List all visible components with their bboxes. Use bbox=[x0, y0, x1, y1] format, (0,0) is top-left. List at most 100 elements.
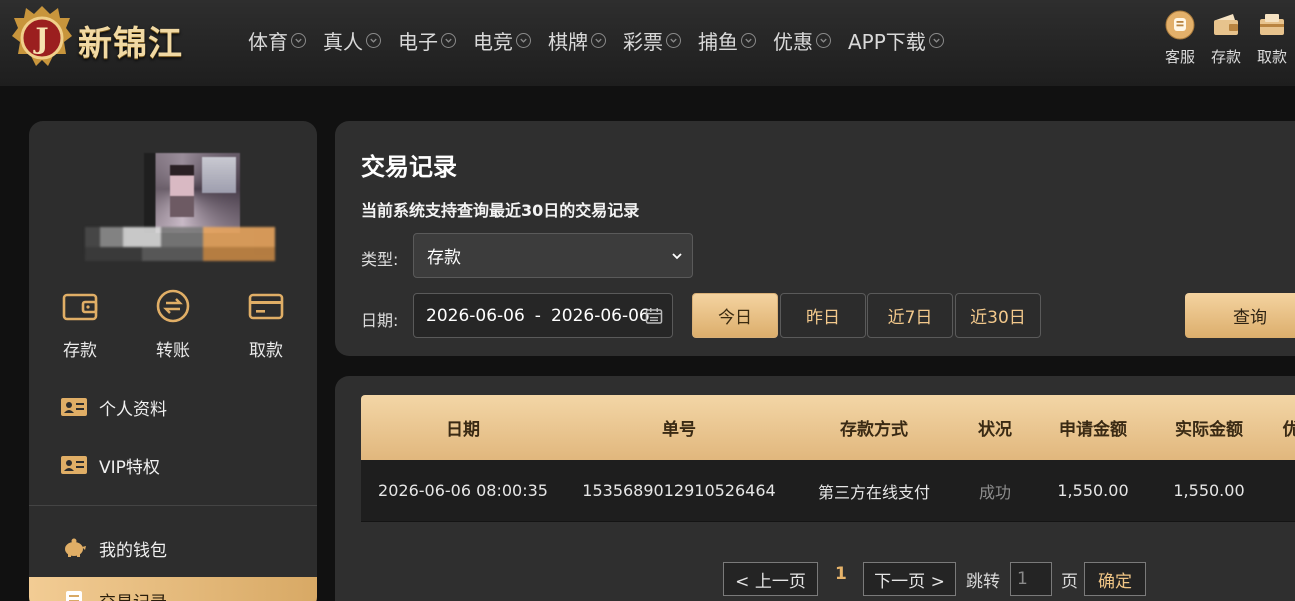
sidebar-deposit-button[interactable]: 存款 bbox=[43, 287, 117, 361]
quick-action-label: 存款 bbox=[63, 341, 97, 361]
nav-item-label: 优惠 bbox=[773, 29, 813, 54]
nav-item-sports[interactable]: 体育 bbox=[248, 26, 306, 54]
chevron-down-icon bbox=[672, 253, 682, 260]
column-header-requested: 申请金额 bbox=[1059, 420, 1127, 440]
range-7days-button[interactable]: 近7日 bbox=[867, 293, 953, 338]
top-action-label: 客服 bbox=[1164, 48, 1195, 66]
chevron-down-icon bbox=[928, 32, 944, 48]
nav-item-esports[interactable]: 电竞 bbox=[473, 26, 531, 54]
chevron-down-icon bbox=[591, 32, 606, 48]
brand-logo[interactable]: J 新锦江 bbox=[10, 4, 215, 70]
sidebar-item-label: 个人资料 bbox=[99, 399, 167, 420]
vip-card-icon bbox=[61, 456, 87, 474]
type-select[interactable]: 存款 bbox=[413, 233, 693, 278]
quick-action-label: 转账 bbox=[156, 341, 190, 361]
customer-service-button[interactable]: 客服 bbox=[1157, 10, 1203, 67]
chevron-down-icon bbox=[516, 32, 531, 48]
nav-item-label: APP下载 bbox=[848, 29, 926, 54]
logo-badge-icon: J bbox=[12, 6, 72, 66]
nav-item-label: 体育 bbox=[248, 29, 288, 54]
column-header-discount: 优 bbox=[1282, 420, 1295, 440]
jump-page-input[interactable]: 1 bbox=[1010, 562, 1052, 596]
cell-date: 2026-06-06 08:00:35 bbox=[378, 481, 548, 500]
calendar-icon bbox=[645, 308, 663, 324]
current-page[interactable]: 1 bbox=[835, 564, 847, 584]
top-action-label: 存款 bbox=[1210, 48, 1241, 66]
sidebar-item-label: 我的钱包 bbox=[99, 540, 167, 561]
column-header-method: 存款方式 bbox=[840, 420, 908, 440]
deposit-button[interactable]: 存款 bbox=[1203, 10, 1249, 67]
jump-confirm-button[interactable]: 确定 bbox=[1084, 562, 1146, 596]
cell-order-id: 1535689012910526464 bbox=[582, 481, 776, 500]
range-30days-button[interactable]: 近30日 bbox=[955, 293, 1041, 338]
headset-icon bbox=[1165, 10, 1195, 40]
sidebar-divider bbox=[29, 505, 317, 506]
nav-item-live[interactable]: 真人 bbox=[323, 26, 381, 54]
filter-panel: 交易记录 当前系统支持查询最近30日的交易记录 类型: 存款 日期: 2026-… bbox=[335, 121, 1295, 356]
deposit-icon bbox=[1214, 14, 1238, 35]
transfer-icon bbox=[156, 289, 190, 323]
brand-name: 新锦江 bbox=[78, 24, 183, 64]
chevron-down-icon bbox=[741, 32, 756, 48]
cell-requested-amount: 1,550.00 bbox=[1057, 481, 1129, 500]
record-icon bbox=[66, 591, 82, 601]
query-notice: 当前系统支持查询最近30日的交易记录 bbox=[361, 201, 640, 220]
chevron-down-icon bbox=[666, 32, 681, 48]
date-start: 2026-06-06 bbox=[426, 305, 525, 326]
date-separator: - bbox=[534, 305, 541, 326]
nav-item-label: 电竞 bbox=[473, 29, 513, 54]
nav-item-cards[interactable]: 棋牌 bbox=[548, 26, 606, 54]
nav-item-app-download[interactable]: APP下载 bbox=[848, 26, 944, 54]
top-action-label: 取款 bbox=[1256, 48, 1287, 66]
nav-item-label: 彩票 bbox=[623, 29, 663, 54]
nav-item-fishing[interactable]: 捕鱼 bbox=[698, 26, 756, 54]
range-yesterday-button[interactable]: 昨日 bbox=[780, 293, 866, 338]
cell-method: 第三方在线支付 bbox=[817, 482, 930, 502]
nav-item-label: 棋牌 bbox=[548, 29, 588, 54]
type-select-value: 存款 bbox=[427, 248, 461, 268]
search-button[interactable]: 查询 bbox=[1185, 293, 1295, 338]
nav-item-promotions[interactable]: 优惠 bbox=[773, 26, 831, 54]
account-sidebar: 存款 转账 取款 个人资料 VIP特权 我的钱包 bbox=[29, 121, 317, 601]
nav-item-label: 真人 bbox=[323, 29, 363, 54]
top-header: J 新锦江 体育 真人 电子 电竞 棋牌 彩票 捕鱼 优惠 APP下载 客服 存… bbox=[0, 0, 1295, 86]
sidebar-item-transactions[interactable]: 交易记录 bbox=[29, 577, 317, 601]
sidebar-item-vip[interactable]: VIP特权 bbox=[29, 442, 317, 488]
date-label: 日期: bbox=[361, 311, 399, 330]
cell-status: 成功 bbox=[978, 482, 1011, 502]
sidebar-withdraw-button[interactable]: 取款 bbox=[229, 287, 303, 361]
username-redacted bbox=[85, 227, 275, 261]
wallet-icon bbox=[62, 293, 98, 321]
transactions-table: 日期 单号 存款方式 状况 申请金额 实际金额 优 2026-06-06 08:… bbox=[361, 395, 1295, 522]
top-actions: 客服 存款 取款 bbox=[1157, 10, 1295, 67]
prev-page-button[interactable]: < 上一页 bbox=[723, 562, 818, 596]
jump-label: 跳转 bbox=[966, 572, 1000, 592]
page-title: 交易记录 bbox=[361, 153, 457, 181]
pagination: < 上一页 1 下一页 > 跳转 1 页 确定 bbox=[335, 562, 1295, 596]
id-card-icon bbox=[61, 398, 87, 416]
sidebar-item-profile[interactable]: 个人资料 bbox=[29, 384, 317, 430]
svg-text:J: J bbox=[32, 22, 48, 55]
date-range-input[interactable]: 2026-06-06 - 2026-06-06 bbox=[413, 293, 673, 338]
date-end: 2026-06-06 bbox=[550, 305, 650, 326]
cell-actual-amount: 1,550.00 bbox=[1173, 481, 1245, 500]
range-today-button[interactable]: 今日 bbox=[692, 293, 778, 338]
column-header-date: 日期 bbox=[446, 420, 480, 440]
main-nav: 体育 真人 电子 电竞 棋牌 彩票 捕鱼 优惠 APP下载 bbox=[248, 26, 961, 54]
next-page-button[interactable]: 下一页 > bbox=[863, 562, 956, 596]
chevron-down-icon bbox=[366, 32, 381, 48]
quick-action-label: 取款 bbox=[249, 341, 283, 361]
sidebar-item-wallet[interactable]: 我的钱包 bbox=[29, 525, 317, 571]
chevron-down-icon bbox=[816, 32, 831, 48]
sidebar-item-label: VIP特权 bbox=[99, 457, 160, 478]
card-icon bbox=[248, 293, 284, 320]
nav-item-slots[interactable]: 电子 bbox=[398, 26, 456, 54]
withdraw-icon bbox=[1260, 14, 1284, 35]
nav-item-label: 捕鱼 bbox=[698, 29, 738, 54]
nav-item-label: 电子 bbox=[398, 29, 438, 54]
nav-item-lottery[interactable]: 彩票 bbox=[623, 26, 681, 54]
withdraw-button[interactable]: 取款 bbox=[1249, 10, 1295, 67]
sidebar-transfer-button[interactable]: 转账 bbox=[136, 287, 210, 361]
sidebar-item-label: 交易记录 bbox=[99, 588, 167, 601]
results-panel: 日期 单号 存款方式 状况 申请金额 实际金额 优 2026-06-06 08:… bbox=[335, 376, 1295, 601]
